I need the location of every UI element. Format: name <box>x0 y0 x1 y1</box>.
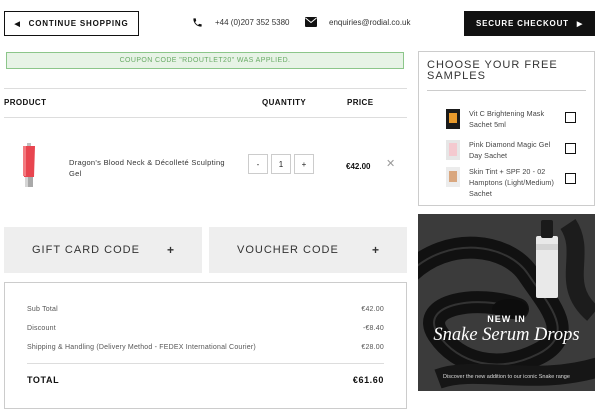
banner-new-in: NEW IN <box>487 314 526 324</box>
voucher-code-toggle[interactable]: VOUCHER CODE + <box>209 227 407 273</box>
subtotal-label: Sub Total <box>27 306 58 313</box>
sample-checkbox[interactable] <box>565 112 576 123</box>
chevron-left-icon: ◀ <box>14 20 21 28</box>
quantity-input[interactable]: 1 <box>271 154 291 174</box>
column-header-product: PRODUCT <box>4 98 47 107</box>
continue-shopping-button[interactable]: ◀ CONTINUE SHOPPING <box>4 11 139 36</box>
sample-thumbnail <box>446 167 460 187</box>
subtotal-row: Sub Total €42.00 <box>27 306 384 313</box>
gift-card-code-toggle[interactable]: GIFT CARD CODE + <box>4 227 202 273</box>
item-price: €42.00 <box>346 162 371 171</box>
sample-checkbox[interactable] <box>565 143 576 154</box>
divider <box>4 117 407 118</box>
plus-icon: + <box>166 243 174 257</box>
plus-icon: + <box>371 243 379 257</box>
discount-label: Discount <box>27 325 56 332</box>
product-image[interactable] <box>20 143 38 187</box>
column-header-price: PRICE <box>347 98 374 107</box>
envelope-icon <box>305 17 317 27</box>
email-contact[interactable]: enquiries@rodial.co.uk <box>305 17 411 27</box>
snake-image <box>418 214 595 391</box>
discount-value: -€8.40 <box>362 325 384 332</box>
order-totals: Sub Total €42.00 Discount -€8.40 Shippin… <box>4 282 407 409</box>
chevron-right-icon: ▶ <box>576 20 584 28</box>
secure-checkout-button[interactable]: SECURE CHECKOUT ▶ <box>464 11 595 36</box>
sample-name: Skin Tint + SPF 20 - 02 Hamptons (Light/… <box>469 167 554 198</box>
sample-item[interactable]: Vit C Brightening Mask Sachet 5ml <box>445 108 595 130</box>
column-header-quantity: QUANTITY <box>262 98 307 107</box>
samples-title: CHOOSE YOUR FREE SAMPLES <box>427 59 558 82</box>
shipping-label: Shipping & Handling (Delivery Method - F… <box>27 344 256 351</box>
divider <box>427 90 586 91</box>
phone-number: +44 (0)207 352 5380 <box>215 18 290 27</box>
gift-card-code-label: GIFT CARD CODE <box>32 244 140 256</box>
phone-contact[interactable]: +44 (0)207 352 5380 <box>192 17 290 28</box>
banner-title: Snake Serum Drops <box>433 325 580 345</box>
sample-name: Vit C Brightening Mask Sachet 5ml <box>469 109 545 129</box>
remove-item-close-icon[interactable]: ✕ <box>386 157 395 170</box>
shipping-value: €28.00 <box>361 344 384 351</box>
email-address: enquiries@rodial.co.uk <box>329 17 411 27</box>
product-name[interactable]: Dragon's Blood Neck & Décolleté Sculptin… <box>69 157 234 179</box>
sample-checkbox[interactable] <box>565 173 576 184</box>
banner-subtitle: Discover the new addition to our iconic … <box>443 374 570 380</box>
coupon-applied-message: COUPON CODE "RDOUTLET20" WAS APPLIED. <box>6 52 404 69</box>
sample-item[interactable]: Skin Tint + SPF 20 - 02 Hamptons (Light/… <box>445 166 595 199</box>
discount-row: Discount -€8.40 <box>27 325 384 332</box>
subtotal-value: €42.00 <box>361 306 384 313</box>
snake-serum-promo-banner[interactable]: NEW IN Snake Serum Drops Discover the ne… <box>418 214 595 391</box>
sample-item[interactable]: Pink Diamond Magic Gel Day Sachet <box>445 139 595 161</box>
continue-shopping-label: CONTINUE SHOPPING <box>28 19 129 28</box>
voucher-code-label: VOUCHER CODE <box>237 244 339 256</box>
divider <box>4 88 407 89</box>
top-bar: ◀ CONTINUE SHOPPING +44 (0)207 352 5380 … <box>0 0 600 46</box>
quantity-stepper: - 1 + <box>248 154 314 174</box>
free-samples-panel: CHOOSE YOUR FREE SAMPLES Vit C Brighteni… <box>418 51 595 206</box>
sample-name: Pink Diamond Magic Gel Day Sachet <box>469 140 551 160</box>
total-row: TOTAL €61.60 <box>27 375 384 385</box>
total-label: TOTAL <box>27 375 60 385</box>
sample-thumbnail <box>446 109 460 129</box>
total-value: €61.60 <box>352 375 384 385</box>
shipping-row: Shipping & Handling (Delivery Method - F… <box>27 344 384 351</box>
quantity-increase-button[interactable]: + <box>294 154 314 174</box>
sample-thumbnail <box>446 140 460 160</box>
secure-checkout-label: SECURE CHECKOUT <box>475 19 569 28</box>
quantity-decrease-button[interactable]: - <box>248 154 268 174</box>
phone-icon <box>193 18 202 27</box>
divider <box>27 363 384 364</box>
